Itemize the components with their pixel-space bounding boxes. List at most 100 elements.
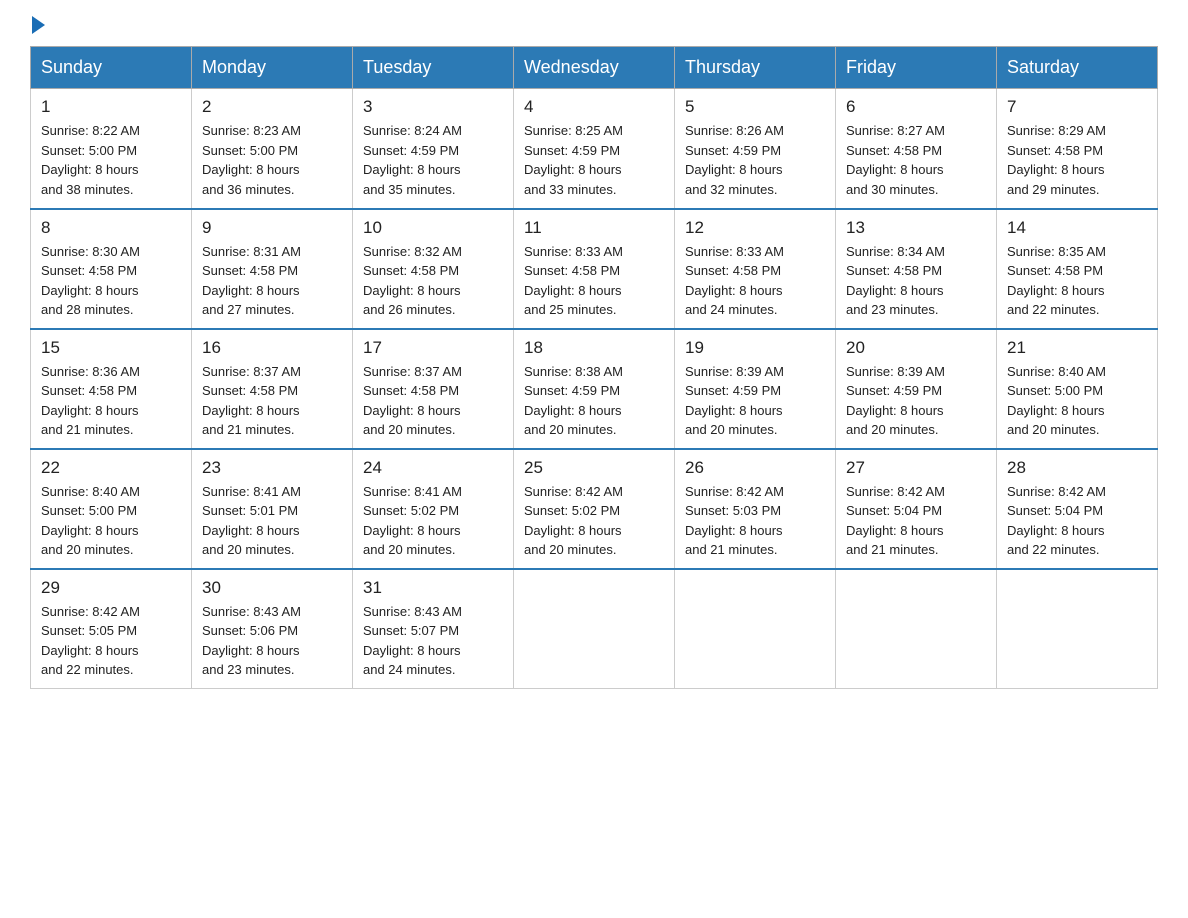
day-info: Sunrise: 8:43 AMSunset: 5:07 PMDaylight:…: [363, 602, 503, 680]
day-info: Sunrise: 8:27 AMSunset: 4:58 PMDaylight:…: [846, 121, 986, 199]
calendar-cell: 1Sunrise: 8:22 AMSunset: 5:00 PMDaylight…: [31, 89, 192, 209]
calendar-cell: 14 Sunrise: 8:35 AMSunset: 4:58 PMDayligh…: [997, 209, 1158, 329]
calendar-week-row: 22 Sunrise: 8:40 AMSunset: 5:00 PMDayligh…: [31, 449, 1158, 569]
day-info: Sunrise: 8:42 AMSunset: 5:02 PMDaylight:…: [524, 482, 664, 560]
calendar-week-row: 8 Sunrise: 8:30 AMSunset: 4:58 PMDaylight…: [31, 209, 1158, 329]
weekday-header-saturday: Saturday: [997, 47, 1158, 89]
calendar-cell: 29 Sunrise: 8:42 AMSunset: 5:05 PMDayligh…: [31, 569, 192, 689]
day-info: Sunrise: 8:35 AMSunset: 4:58 PMDaylight:…: [1007, 242, 1147, 320]
calendar-cell: 22 Sunrise: 8:40 AMSunset: 5:00 PMDayligh…: [31, 449, 192, 569]
day-number: 22: [41, 458, 181, 478]
day-number: 28: [1007, 458, 1147, 478]
day-info: Sunrise: 8:40 AMSunset: 5:00 PMDaylight:…: [1007, 362, 1147, 440]
day-info: Sunrise: 8:42 AMSunset: 5:04 PMDaylight:…: [846, 482, 986, 560]
day-info: Sunrise: 8:31 AMSunset: 4:58 PMDaylight:…: [202, 242, 342, 320]
calendar-cell: 10 Sunrise: 8:32 AMSunset: 4:58 PMDayligh…: [353, 209, 514, 329]
day-number: 5: [685, 97, 825, 117]
day-number: 26: [685, 458, 825, 478]
page-header: [30, 20, 1158, 28]
calendar-cell: 16 Sunrise: 8:37 AMSunset: 4:58 PMDayligh…: [192, 329, 353, 449]
day-info: Sunrise: 8:37 AMSunset: 4:58 PMDaylight:…: [202, 362, 342, 440]
day-number: 15: [41, 338, 181, 358]
weekday-header-friday: Friday: [836, 47, 997, 89]
calendar-cell: 20 Sunrise: 8:39 AMSunset: 4:59 PMDayligh…: [836, 329, 997, 449]
calendar-cell: 30Sunrise: 8:43 AMSunset: 5:06 PMDayligh…: [192, 569, 353, 689]
logo-text: [30, 20, 45, 34]
day-number: 25: [524, 458, 664, 478]
day-info: Sunrise: 8:23 AMSunset: 5:00 PMDaylight:…: [202, 121, 342, 199]
day-number: 7: [1007, 97, 1147, 117]
calendar-cell: 18Sunrise: 8:38 AMSunset: 4:59 PMDayligh…: [514, 329, 675, 449]
day-info: Sunrise: 8:30 AMSunset: 4:58 PMDaylight:…: [41, 242, 181, 320]
logo-arrow-icon: [32, 16, 45, 34]
day-info: Sunrise: 8:33 AMSunset: 4:58 PMDaylight:…: [524, 242, 664, 320]
calendar-table: SundayMondayTuesdayWednesdayThursdayFrid…: [30, 46, 1158, 689]
day-number: 24: [363, 458, 503, 478]
day-info: Sunrise: 8:26 AMSunset: 4:59 PMDaylight:…: [685, 121, 825, 199]
weekday-header-monday: Monday: [192, 47, 353, 89]
weekday-header-sunday: Sunday: [31, 47, 192, 89]
calendar-cell: 2Sunrise: 8:23 AMSunset: 5:00 PMDaylight…: [192, 89, 353, 209]
calendar-cell: 6Sunrise: 8:27 AMSunset: 4:58 PMDaylight…: [836, 89, 997, 209]
day-number: 31: [363, 578, 503, 598]
day-number: 11: [524, 218, 664, 238]
day-info: Sunrise: 8:42 AMSunset: 5:05 PMDaylight:…: [41, 602, 181, 680]
calendar-cell: 9 Sunrise: 8:31 AMSunset: 4:58 PMDaylight…: [192, 209, 353, 329]
day-number: 4: [524, 97, 664, 117]
day-number: 13: [846, 218, 986, 238]
calendar-week-row: 1Sunrise: 8:22 AMSunset: 5:00 PMDaylight…: [31, 89, 1158, 209]
calendar-cell: [675, 569, 836, 689]
calendar-cell: 24 Sunrise: 8:41 AMSunset: 5:02 PMDayligh…: [353, 449, 514, 569]
day-number: 10: [363, 218, 503, 238]
day-number: 12: [685, 218, 825, 238]
day-info: Sunrise: 8:34 AMSunset: 4:58 PMDaylight:…: [846, 242, 986, 320]
day-info: Sunrise: 8:29 AMSunset: 4:58 PMDaylight:…: [1007, 121, 1147, 199]
day-info: Sunrise: 8:42 AMSunset: 5:04 PMDaylight:…: [1007, 482, 1147, 560]
logo: [30, 20, 45, 28]
day-info: Sunrise: 8:39 AMSunset: 4:59 PMDaylight:…: [846, 362, 986, 440]
calendar-cell: [997, 569, 1158, 689]
calendar-cell: 31 Sunrise: 8:43 AMSunset: 5:07 PMDayligh…: [353, 569, 514, 689]
calendar-cell: 13 Sunrise: 8:34 AMSunset: 4:58 PMDayligh…: [836, 209, 997, 329]
day-number: 16: [202, 338, 342, 358]
day-number: 17: [363, 338, 503, 358]
day-info: Sunrise: 8:32 AMSunset: 4:58 PMDaylight:…: [363, 242, 503, 320]
day-info: Sunrise: 8:33 AMSunset: 4:58 PMDaylight:…: [685, 242, 825, 320]
day-info: Sunrise: 8:22 AMSunset: 5:00 PMDaylight:…: [41, 121, 181, 199]
day-number: 9: [202, 218, 342, 238]
weekday-header-row: SundayMondayTuesdayWednesdayThursdayFrid…: [31, 47, 1158, 89]
day-number: 29: [41, 578, 181, 598]
day-number: 8: [41, 218, 181, 238]
calendar-cell: 12 Sunrise: 8:33 AMSunset: 4:58 PMDayligh…: [675, 209, 836, 329]
day-info: Sunrise: 8:37 AMSunset: 4:58 PMDaylight:…: [363, 362, 503, 440]
day-number: 18: [524, 338, 664, 358]
calendar-cell: 5 Sunrise: 8:26 AMSunset: 4:59 PMDaylight…: [675, 89, 836, 209]
calendar-cell: [514, 569, 675, 689]
day-info: Sunrise: 8:41 AMSunset: 5:02 PMDaylight:…: [363, 482, 503, 560]
calendar-cell: 27 Sunrise: 8:42 AMSunset: 5:04 PMDayligh…: [836, 449, 997, 569]
calendar-cell: 25 Sunrise: 8:42 AMSunset: 5:02 PMDayligh…: [514, 449, 675, 569]
day-number: 14: [1007, 218, 1147, 238]
calendar-cell: 21Sunrise: 8:40 AMSunset: 5:00 PMDayligh…: [997, 329, 1158, 449]
weekday-header-wednesday: Wednesday: [514, 47, 675, 89]
day-number: 30: [202, 578, 342, 598]
calendar-cell: 4 Sunrise: 8:25 AMSunset: 4:59 PMDaylight…: [514, 89, 675, 209]
day-number: 23: [202, 458, 342, 478]
day-number: 27: [846, 458, 986, 478]
day-info: Sunrise: 8:42 AMSunset: 5:03 PMDaylight:…: [685, 482, 825, 560]
calendar-cell: 7 Sunrise: 8:29 AMSunset: 4:58 PMDaylight…: [997, 89, 1158, 209]
calendar-cell: 11 Sunrise: 8:33 AMSunset: 4:58 PMDayligh…: [514, 209, 675, 329]
calendar-cell: 15Sunrise: 8:36 AMSunset: 4:58 PMDayligh…: [31, 329, 192, 449]
day-info: Sunrise: 8:39 AMSunset: 4:59 PMDaylight:…: [685, 362, 825, 440]
calendar-week-row: 15Sunrise: 8:36 AMSunset: 4:58 PMDayligh…: [31, 329, 1158, 449]
calendar-week-row: 29 Sunrise: 8:42 AMSunset: 5:05 PMDayligh…: [31, 569, 1158, 689]
day-number: 20: [846, 338, 986, 358]
day-info: Sunrise: 8:41 AMSunset: 5:01 PMDaylight:…: [202, 482, 342, 560]
weekday-header-tuesday: Tuesday: [353, 47, 514, 89]
day-number: 19: [685, 338, 825, 358]
day-info: Sunrise: 8:25 AMSunset: 4:59 PMDaylight:…: [524, 121, 664, 199]
calendar-cell: 28 Sunrise: 8:42 AMSunset: 5:04 PMDayligh…: [997, 449, 1158, 569]
calendar-cell: 19 Sunrise: 8:39 AMSunset: 4:59 PMDayligh…: [675, 329, 836, 449]
day-info: Sunrise: 8:40 AMSunset: 5:00 PMDaylight:…: [41, 482, 181, 560]
weekday-header-thursday: Thursday: [675, 47, 836, 89]
